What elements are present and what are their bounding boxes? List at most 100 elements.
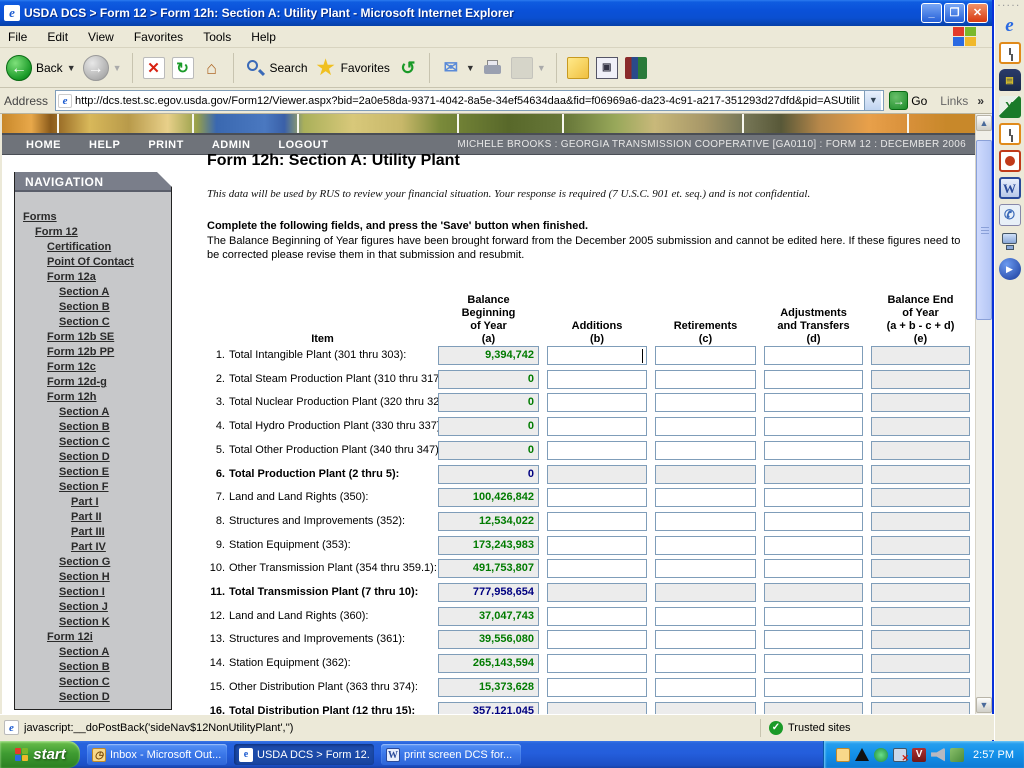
outlook-clock-icon[interactable]: [999, 42, 1021, 64]
search-button[interactable]: Search: [244, 57, 308, 79]
adjustments-input[interactable]: [764, 607, 863, 626]
sitenav-logout[interactable]: LOGOUT: [278, 139, 328, 151]
tray-globe-icon[interactable]: [874, 748, 888, 762]
ie-icon[interactable]: e: [999, 15, 1021, 37]
taskbar-task-2[interactable]: eUSDA DCS > Form 12...: [234, 744, 374, 765]
menu-favorites[interactable]: Favorites: [134, 30, 183, 44]
scrollbar-thumb[interactable]: [976, 140, 992, 320]
nav-link-form-12[interactable]: Form 12: [15, 225, 171, 240]
nav-link-point-of-contact[interactable]: Point Of Contact: [15, 255, 171, 270]
adjustments-input[interactable]: [764, 370, 863, 389]
additions-input[interactable]: [547, 512, 647, 531]
nav-link-section-e[interactable]: Section E: [15, 465, 171, 480]
start-button[interactable]: start: [0, 741, 80, 768]
taskbar-task-3[interactable]: Wprint screen DCS for...: [381, 744, 521, 765]
mail-button[interactable]: ✉ ▼: [440, 57, 475, 79]
menu-edit[interactable]: Edit: [47, 30, 68, 44]
excel-icon[interactable]: X: [999, 96, 1021, 118]
nav-link-certification[interactable]: Certification: [15, 240, 171, 255]
additions-input[interactable]: [547, 607, 647, 626]
back-button[interactable]: ← Back ▼: [6, 55, 76, 81]
adjustments-input[interactable]: [764, 488, 863, 507]
page-scrollbar[interactable]: ▲ ▼: [975, 114, 992, 714]
nav-link-section-j[interactable]: Section J: [15, 600, 171, 615]
retirements-input[interactable]: [655, 488, 756, 507]
word-icon[interactable]: W: [999, 177, 1021, 199]
nav-link-section-b[interactable]: Section B: [15, 660, 171, 675]
adjustments-input[interactable]: [764, 512, 863, 531]
additions-input[interactable]: [547, 417, 647, 436]
retirements-input[interactable]: [655, 630, 756, 649]
nav-link-section-b[interactable]: Section B: [15, 300, 171, 315]
sitenav-print[interactable]: PRINT: [148, 139, 184, 151]
nav-link-part-i[interactable]: Part I: [15, 495, 171, 510]
messenger-icon[interactable]: ✆: [999, 204, 1021, 226]
drag-handle-icon[interactable]: ·····: [995, 0, 1024, 10]
nav-link-section-g[interactable]: Section G: [15, 555, 171, 570]
address-dropdown-icon[interactable]: ▼: [864, 91, 881, 110]
nav-link-section-h[interactable]: Section H: [15, 570, 171, 585]
address-input[interactable]: e http://dcs.test.sc.egov.usda.gov/Form1…: [55, 90, 884, 111]
additions-input[interactable]: [547, 654, 647, 673]
nav-link-part-ii[interactable]: Part II: [15, 510, 171, 525]
adjustments-input[interactable]: [764, 536, 863, 555]
adjustments-input[interactable]: [764, 654, 863, 673]
sitenav-help[interactable]: HELP: [89, 139, 120, 151]
minimize-button[interactable]: _: [921, 3, 942, 23]
nav-link-form-12i[interactable]: Form 12i: [15, 630, 171, 645]
additions-input[interactable]: [547, 370, 647, 389]
nav-link-section-c[interactable]: Section C: [15, 675, 171, 690]
retirements-input[interactable]: [655, 536, 756, 555]
print-button[interactable]: [482, 57, 504, 79]
tray-shield-v-icon[interactable]: V: [912, 748, 926, 762]
nav-link-form-12b-pp[interactable]: Form 12b PP: [15, 345, 171, 360]
links-label[interactable]: Links: [940, 94, 968, 108]
nav-link-section-c[interactable]: Section C: [15, 315, 171, 330]
retirements-input[interactable]: [655, 441, 756, 460]
nav-link-form-12b-se[interactable]: Form 12b SE: [15, 330, 171, 345]
adjustments-input[interactable]: [764, 678, 863, 697]
additions-input[interactable]: [547, 393, 647, 412]
nav-link-form-12c[interactable]: Form 12c: [15, 360, 171, 375]
sitenav-admin[interactable]: ADMIN: [212, 139, 251, 151]
nav-link-section-a[interactable]: Section A: [15, 285, 171, 300]
nav-link-section-d[interactable]: Section D: [15, 450, 171, 465]
tray-clock-icon[interactable]: [836, 748, 850, 762]
forward-button[interactable]: → ▼: [83, 55, 122, 81]
adjustments-input[interactable]: [764, 559, 863, 578]
nav-link-section-f[interactable]: Section F: [15, 480, 171, 495]
nav-link-section-b[interactable]: Section B: [15, 420, 171, 435]
nav-link-section-a[interactable]: Section A: [15, 405, 171, 420]
adjustments-input[interactable]: [764, 393, 863, 412]
nav-link-part-iii[interactable]: Part III: [15, 525, 171, 540]
nav-link-form-12d-g[interactable]: Form 12d-g: [15, 375, 171, 390]
nav-link-section-i[interactable]: Section I: [15, 585, 171, 600]
adjustments-input[interactable]: [764, 441, 863, 460]
retirements-input[interactable]: [655, 370, 756, 389]
favorites-button[interactable]: ★ Favorites: [315, 57, 390, 79]
media-bar-button[interactable]: ▣: [596, 57, 618, 79]
scroll-down-icon[interactable]: ▼: [976, 697, 992, 713]
mail-dropdown-icon[interactable]: ▼: [466, 63, 475, 73]
address-url[interactable]: http://dcs.test.sc.egov.usda.gov/Form12/…: [75, 95, 864, 107]
tray-device-icon[interactable]: [950, 748, 964, 762]
retirements-input[interactable]: [655, 512, 756, 531]
additions-input[interactable]: [547, 536, 647, 555]
retirements-input[interactable]: [655, 607, 756, 626]
nav-link-form-12h[interactable]: Form 12h: [15, 390, 171, 405]
retirements-input[interactable]: [655, 559, 756, 578]
nav-link-section-a[interactable]: Section A: [15, 645, 171, 660]
retirements-input[interactable]: [655, 654, 756, 673]
tray-speaker-icon[interactable]: [931, 748, 945, 762]
back-dropdown-icon[interactable]: ▼: [67, 63, 76, 73]
additions-input[interactable]: [547, 346, 647, 365]
schedule-plus-icon[interactable]: [999, 150, 1021, 172]
retirements-input[interactable]: [655, 346, 756, 365]
nav-link-form-12a[interactable]: Form 12a: [15, 270, 171, 285]
nav-link-forms[interactable]: Forms: [15, 210, 171, 225]
messenger-note-button[interactable]: [567, 57, 589, 79]
my-computer-icon[interactable]: [999, 231, 1021, 253]
additions-input[interactable]: [547, 488, 647, 507]
adjustments-input[interactable]: [764, 630, 863, 649]
history-button[interactable]: ↺: [397, 57, 419, 79]
